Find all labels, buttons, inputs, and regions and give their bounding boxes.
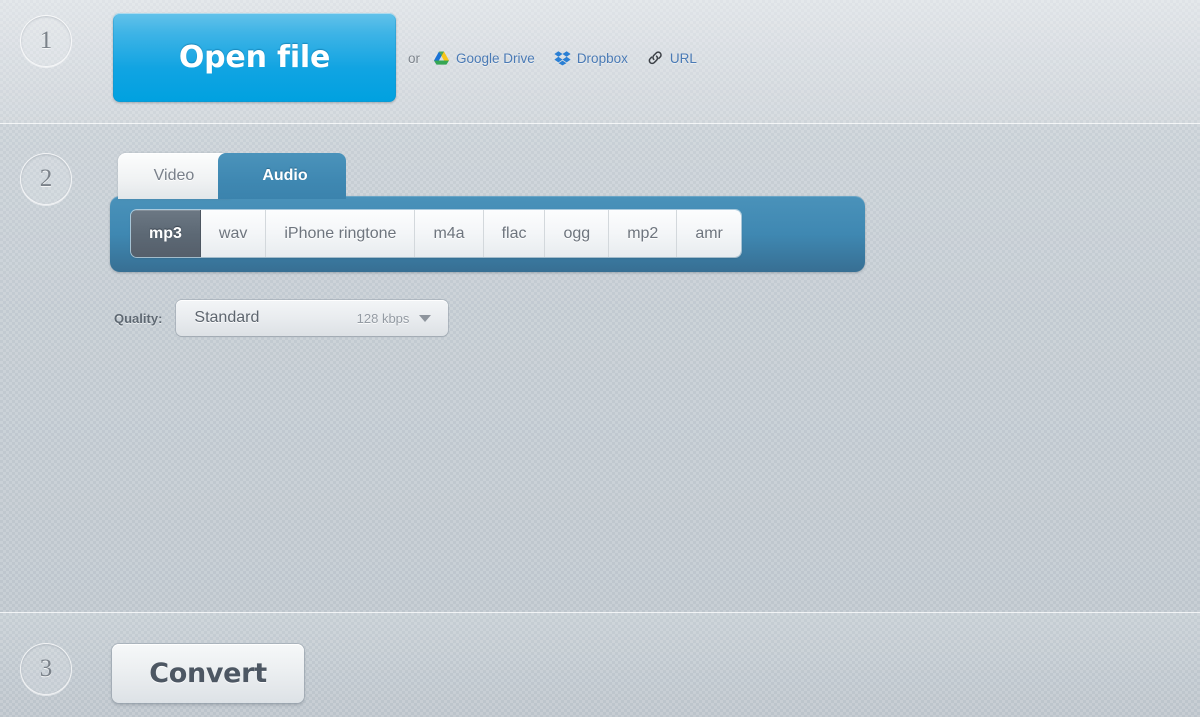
- format-list: mp3 wav iPhone ringtone m4a flac ogg mp2…: [131, 210, 741, 257]
- dropbox-link[interactable]: Dropbox: [554, 50, 628, 66]
- format-option-flac[interactable]: flac: [483, 210, 546, 257]
- tab-audio[interactable]: Audio: [218, 153, 346, 199]
- url-link[interactable]: URL: [647, 50, 697, 66]
- google-drive-label: Google Drive: [456, 50, 535, 66]
- step-number-3: 3: [20, 643, 72, 695]
- quality-bitrate: 128 kbps: [356, 310, 410, 326]
- google-drive-icon: [433, 50, 450, 66]
- format-option-wav[interactable]: wav: [200, 210, 267, 257]
- convert-button[interactable]: Convert: [112, 644, 304, 703]
- format-option-ogg[interactable]: ogg: [545, 210, 610, 257]
- tab-video[interactable]: Video: [118, 153, 230, 199]
- quality-row: Quality: Standard 128 kbps: [114, 300, 449, 336]
- step-number-1: 1: [20, 15, 72, 67]
- dropbox-icon: [554, 50, 571, 66]
- format-option-iphone-ringtone[interactable]: iPhone ringtone: [266, 210, 416, 257]
- url-label: URL: [669, 50, 697, 66]
- format-option-amr[interactable]: amr: [677, 210, 741, 257]
- dropbox-label: Dropbox: [576, 50, 628, 66]
- quality-dropdown[interactable]: Standard 128 kbps: [176, 300, 449, 336]
- media-type-tabs: Video Audio: [118, 153, 346, 199]
- format-option-mp3[interactable]: mp3: [131, 210, 201, 257]
- step-number-2: 2: [20, 153, 72, 205]
- format-option-mp2[interactable]: mp2: [609, 210, 678, 257]
- quality-selected-value: Standard: [194, 309, 260, 326]
- quality-label: Quality:: [114, 310, 163, 326]
- converter-page: 1 Open file or Google Drive Dropbox URL …: [0, 0, 1200, 717]
- format-panel: mp3 wav iPhone ringtone m4a flac ogg mp2…: [110, 196, 865, 272]
- open-file-button[interactable]: Open file: [113, 13, 396, 102]
- format-option-m4a[interactable]: m4a: [415, 210, 484, 257]
- cloud-sources-row: or Google Drive Dropbox URL: [408, 46, 707, 70]
- google-drive-link[interactable]: Google Drive: [433, 50, 535, 66]
- link-icon: [647, 50, 664, 66]
- or-label: or: [408, 50, 421, 66]
- chevron-down-icon: [419, 314, 432, 322]
